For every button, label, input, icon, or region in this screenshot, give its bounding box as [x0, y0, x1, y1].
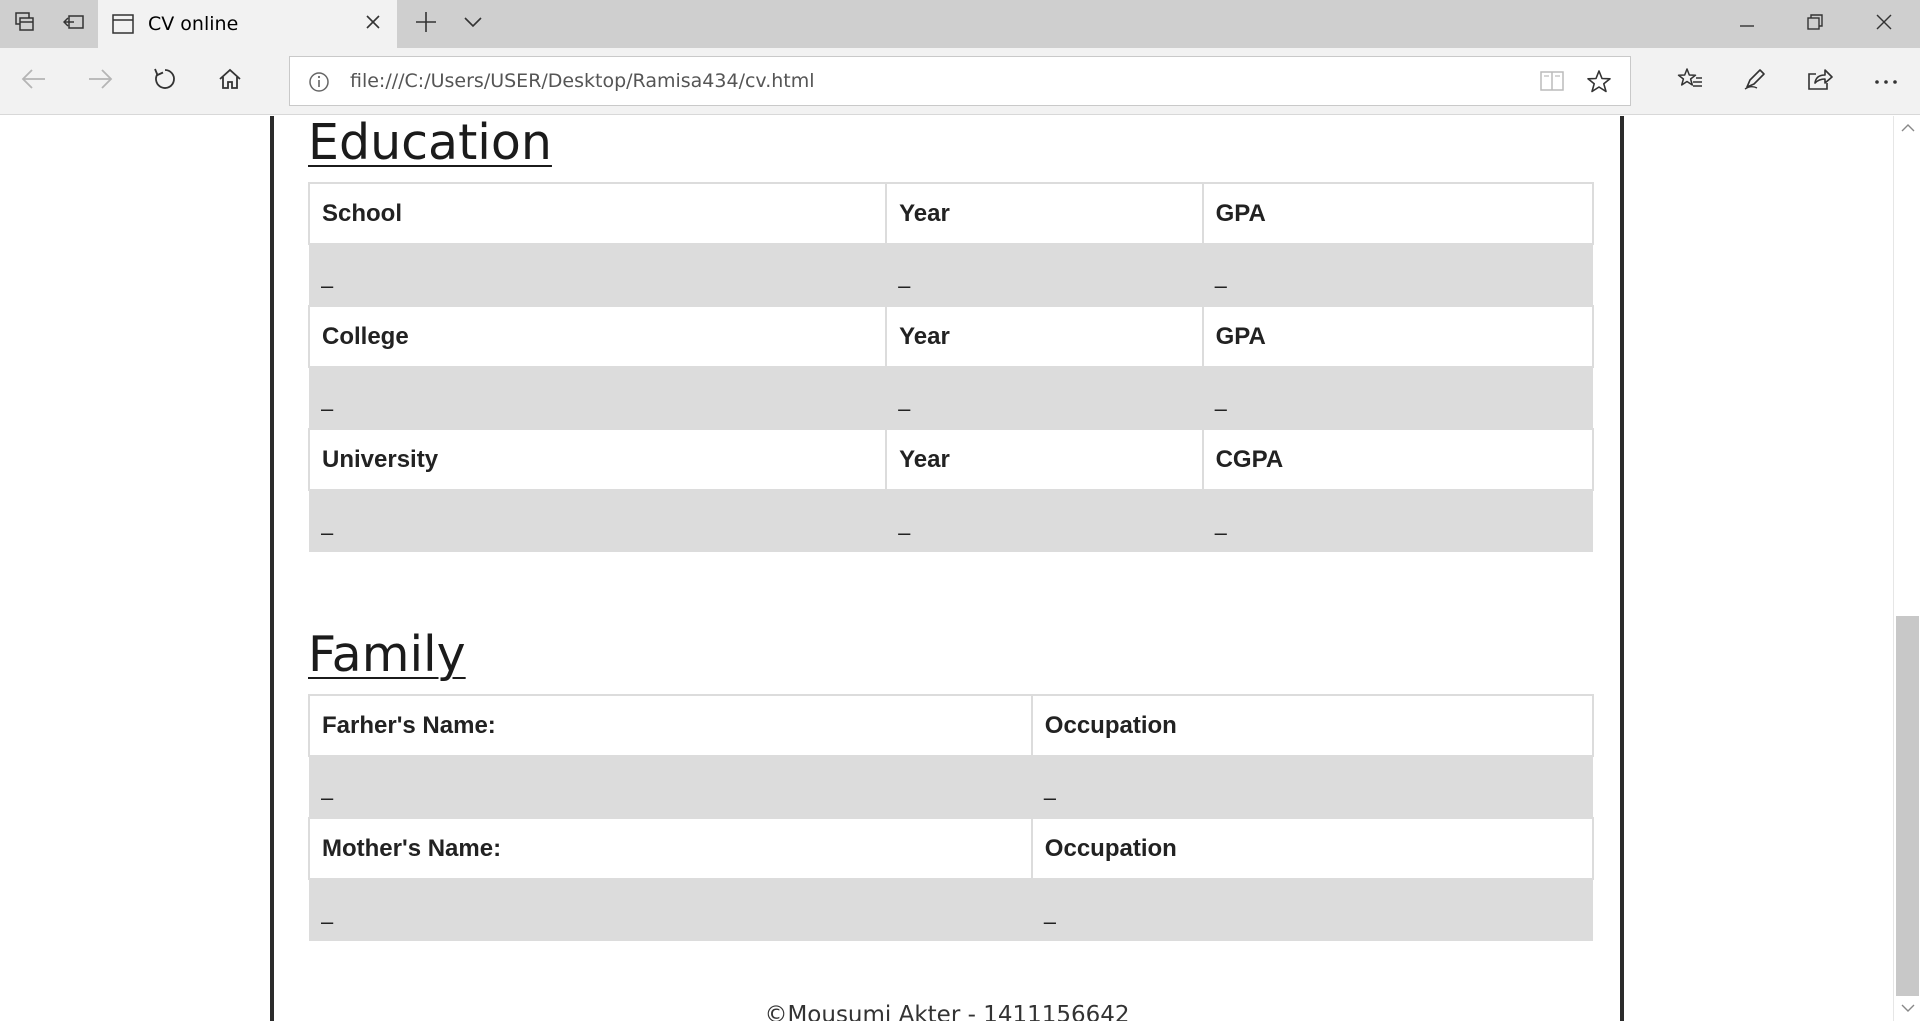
table-header-cell: Year	[885, 305, 1204, 368]
table-header-row: University Year CGPA	[307, 428, 1595, 491]
table-header-cell: Mother's Name:	[308, 817, 1033, 880]
tabs-aside-button[interactable]	[0, 0, 49, 48]
tab-cv-online[interactable]: CV online	[98, 0, 397, 48]
table-cell: –	[1202, 244, 1593, 306]
table-header-cell: College	[307, 305, 888, 368]
restore-tabs-icon	[62, 11, 85, 38]
education-table: School Year GPA – – – College Year GPA –…	[307, 182, 1595, 552]
tab-close-button[interactable]	[359, 10, 387, 38]
share-icon	[1807, 67, 1833, 96]
forward-button[interactable]	[74, 56, 126, 106]
table-header-cell: Farher's Name:	[308, 694, 1033, 757]
scroll-up-button[interactable]	[1894, 116, 1920, 140]
table-header-cell: GPA	[1201, 182, 1595, 245]
table-header-cell: CGPA	[1201, 428, 1595, 491]
minimize-icon	[1739, 15, 1755, 33]
vertical-scrollbar[interactable]	[1893, 116, 1920, 1021]
scroll-down-button[interactable]	[1894, 997, 1920, 1021]
scroll-thumb[interactable]	[1896, 616, 1919, 996]
refresh-button[interactable]	[139, 56, 191, 106]
address-bar[interactable]: file:///C:/Users/USER/Desktop/Ramisa434/…	[289, 56, 1631, 106]
table-header-cell: Occupation	[1030, 694, 1595, 757]
page-viewport: Education School Year GPA – – – College …	[0, 116, 1893, 1021]
table-cell: –	[886, 244, 1203, 306]
favorites-hub-button[interactable]	[1664, 56, 1716, 106]
table-cell: –	[886, 490, 1203, 552]
home-button[interactable]	[204, 56, 256, 106]
table-cell: –	[1202, 490, 1593, 552]
pen-icon	[1743, 67, 1767, 96]
table-header-cell: Occupation	[1030, 817, 1595, 880]
table-row: – – –	[309, 367, 1593, 429]
table-header-row: Mother's Name: Occupation	[308, 817, 1595, 880]
minimize-button[interactable]	[1713, 0, 1781, 48]
info-icon[interactable]	[308, 71, 330, 98]
table-cell: –	[309, 244, 887, 306]
notes-button[interactable]	[1729, 56, 1781, 106]
table-row: – –	[309, 879, 1593, 941]
table-row: – –	[309, 756, 1593, 818]
table-cell: –	[1031, 756, 1593, 818]
restore-window-icon	[1807, 13, 1823, 35]
plus-icon	[415, 11, 437, 38]
restore-window-button[interactable]	[1781, 0, 1849, 48]
table-header-row: School Year GPA	[307, 182, 1595, 245]
forward-arrow-icon	[87, 68, 113, 95]
new-tab-button[interactable]	[402, 0, 450, 48]
star-icon[interactable]	[1586, 69, 1612, 98]
book-icon[interactable]	[1540, 70, 1564, 97]
table-cell: –	[309, 879, 1032, 941]
table-row: – – –	[309, 244, 1593, 306]
restore-tabs-button[interactable]	[49, 0, 98, 48]
back-button[interactable]	[8, 56, 60, 106]
family-heading: Family	[308, 626, 466, 683]
table-cell: –	[309, 367, 887, 429]
table-header-cell: School	[307, 182, 888, 245]
table-cell: –	[309, 490, 887, 552]
table-cell: –	[886, 367, 1203, 429]
close-window-button[interactable]	[1850, 0, 1918, 48]
family-table: Farher's Name: Occupation – – Mother's N…	[308, 694, 1595, 941]
table-cell: –	[1031, 879, 1593, 941]
table-row: – – –	[309, 490, 1593, 552]
table-header-cell: Year	[885, 182, 1204, 245]
chevron-up-icon	[1901, 119, 1915, 137]
table-header-cell: Year	[885, 428, 1204, 491]
url-text[interactable]: file:///C:/Users/USER/Desktop/Ramisa434/…	[350, 70, 815, 92]
tab-title: CV online	[148, 13, 239, 35]
more-button[interactable]	[1860, 56, 1912, 106]
favorites-list-icon	[1677, 67, 1703, 96]
table-header-row: Farher's Name: Occupation	[308, 694, 1595, 757]
table-header-row: College Year GPA	[307, 305, 1595, 368]
page-icon	[112, 14, 134, 39]
table-cell: –	[1202, 367, 1593, 429]
share-button[interactable]	[1794, 56, 1846, 106]
close-icon	[365, 14, 381, 35]
tab-strip: CV online	[0, 0, 1920, 48]
refresh-icon	[153, 67, 177, 96]
more-icon	[1874, 72, 1898, 90]
table-header-cell: GPA	[1201, 305, 1595, 368]
chevron-down-icon	[463, 15, 483, 33]
table-header-cell: University	[307, 428, 888, 491]
footer-copyright: ©Mousumi Akter - 1411156642	[764, 1002, 1130, 1021]
chevron-down-icon	[1901, 1000, 1915, 1018]
tabs-aside-icon	[14, 11, 36, 38]
education-heading: Education	[308, 116, 552, 171]
back-arrow-icon	[21, 68, 47, 95]
tab-list-button[interactable]	[450, 0, 496, 48]
cv-card: Education School Year GPA – – – College …	[270, 116, 1624, 1021]
close-icon	[1875, 13, 1893, 36]
table-cell: –	[309, 756, 1032, 818]
navigation-bar: file:///C:/Users/USER/Desktop/Ramisa434/…	[0, 48, 1920, 115]
home-icon	[218, 68, 242, 95]
